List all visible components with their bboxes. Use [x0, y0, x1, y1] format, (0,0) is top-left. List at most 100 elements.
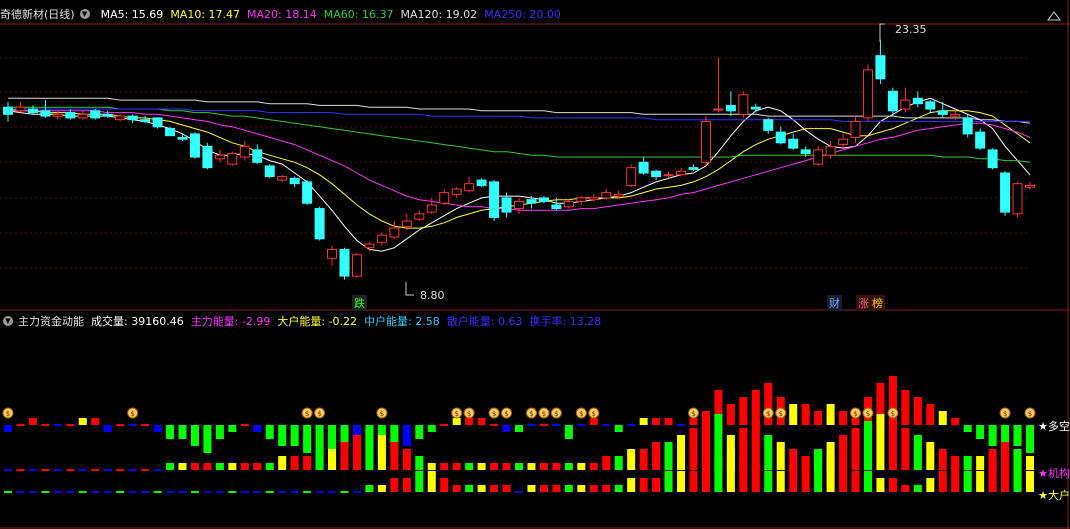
energy-bar	[28, 491, 37, 493]
energy-bar	[502, 463, 511, 470]
energy-bar	[53, 469, 62, 471]
energy-bar	[627, 478, 636, 492]
energy-bar	[751, 421, 760, 470]
candle-body	[763, 119, 774, 131]
candle-body	[27, 108, 38, 114]
candle-body	[1012, 183, 1023, 215]
energy-bar	[963, 456, 972, 470]
money-bag-icon-glyph: $	[592, 410, 596, 418]
energy-bar	[41, 491, 50, 493]
energy-bar	[839, 464, 848, 492]
energy-bar	[913, 435, 922, 470]
energy-bar	[589, 418, 598, 425]
candle-body	[887, 90, 898, 112]
tag-bang[interactable]: 榜	[870, 295, 885, 311]
energy-bar	[863, 421, 872, 470]
energy-bar	[938, 411, 947, 425]
money-bag-icon-glyph: $	[317, 410, 321, 418]
energy-bar	[764, 471, 773, 492]
money-bag-icon-glyph: $	[691, 410, 695, 418]
energy-bar	[103, 425, 112, 432]
energy-bar	[726, 404, 735, 425]
candle-body	[950, 113, 961, 117]
bottom-header: ▼ 主力资金动能 成交量: 39160.46 主力能量: -2.99 大户能量: -…	[0, 312, 615, 330]
energy-bar	[141, 424, 150, 426]
candle-body	[987, 149, 998, 169]
energy-bar	[365, 485, 374, 492]
candle-body	[40, 110, 51, 117]
energy-bar	[315, 456, 324, 470]
energy-bar	[913, 397, 922, 425]
candle-body	[102, 113, 113, 117]
money-bag-icon-glyph: $	[1028, 410, 1032, 418]
candle-body	[376, 234, 387, 243]
energy-bar	[228, 463, 237, 470]
stock-chart[interactable]: $ $ $ $ $ $ $ $ $ $ $ $ $ $ $ $ $ $ $ $ $ $	[0, 0, 1070, 529]
candle-body	[1025, 184, 1035, 188]
money-bag-icon-glyph: $	[554, 410, 558, 418]
energy-bar	[402, 478, 411, 492]
energy-bar	[764, 435, 773, 470]
money-bag-icon-glyph: $	[380, 410, 384, 418]
stock-title[interactable]: 奇德新材(日线)	[0, 6, 75, 22]
candle-body	[277, 176, 288, 181]
candle-body	[750, 106, 761, 110]
energy-bar	[639, 478, 648, 492]
energy-bar	[190, 491, 199, 493]
energy-bar	[839, 411, 848, 425]
energy-bar	[253, 425, 262, 432]
energy-bar	[265, 425, 274, 439]
tag-zhang[interactable]: 涨	[856, 295, 871, 311]
candle-body	[576, 197, 587, 202]
energy-bar	[128, 469, 137, 471]
energy-bar	[851, 471, 860, 492]
candle-body	[252, 149, 263, 163]
energy-bar	[203, 425, 212, 453]
energy-bar	[539, 463, 548, 470]
money-bag-icon-glyph: $	[130, 410, 134, 418]
energy-bar	[440, 478, 449, 492]
indicator-legend: 成交量: 39160.46 主力能量: -2.99 大户能量: -0.22 中户能量:…	[91, 313, 608, 329]
energy-bar	[863, 471, 872, 492]
indicator-legend-item: 换手率: 13.28	[529, 315, 602, 328]
energy-bar	[589, 463, 598, 470]
energy-bar	[166, 491, 175, 493]
energy-bar	[564, 485, 573, 492]
candle-body	[825, 145, 836, 156]
energy-bar	[938, 449, 947, 470]
chevron-down-icon[interactable]: ▼	[3, 316, 13, 326]
candle-body	[426, 204, 437, 213]
energy-bar	[527, 463, 536, 470]
energy-bar	[888, 478, 897, 492]
energy-bar	[876, 478, 885, 492]
ma-legend-item: MA250: 20.00	[484, 7, 561, 21]
candle-body	[302, 181, 313, 204]
high-price-label: 23.35	[895, 23, 927, 36]
tag-cai[interactable]: 财	[827, 295, 842, 311]
candle-body	[264, 165, 275, 178]
energy-bar	[988, 425, 997, 446]
energy-bar	[253, 491, 262, 493]
energy-bar	[340, 491, 349, 493]
chevron-down-icon[interactable]: ▼	[79, 9, 90, 19]
energy-bar	[751, 464, 760, 492]
energy-bar	[614, 485, 623, 492]
energy-bar	[776, 442, 785, 470]
energy-bar	[465, 485, 474, 492]
candle-body	[526, 199, 537, 204]
candle-body	[77, 113, 88, 119]
tag-die[interactable]: 跌	[352, 295, 367, 311]
indicator-legend-item: 主力能量: -2.99	[190, 315, 271, 328]
money-bag-icon-glyph: $	[778, 410, 782, 418]
candle-body	[800, 149, 811, 154]
energy-bar	[739, 457, 748, 492]
energy-bar	[402, 425, 411, 446]
indicator-title[interactable]: 主力资金动能	[18, 313, 84, 329]
energy-bar	[203, 463, 212, 470]
energy-bar	[91, 418, 100, 425]
energy-bar	[178, 491, 187, 493]
energy-bar	[976, 471, 985, 492]
energy-bar	[689, 428, 698, 470]
energy-bar	[116, 491, 125, 493]
candle-body	[813, 149, 824, 165]
